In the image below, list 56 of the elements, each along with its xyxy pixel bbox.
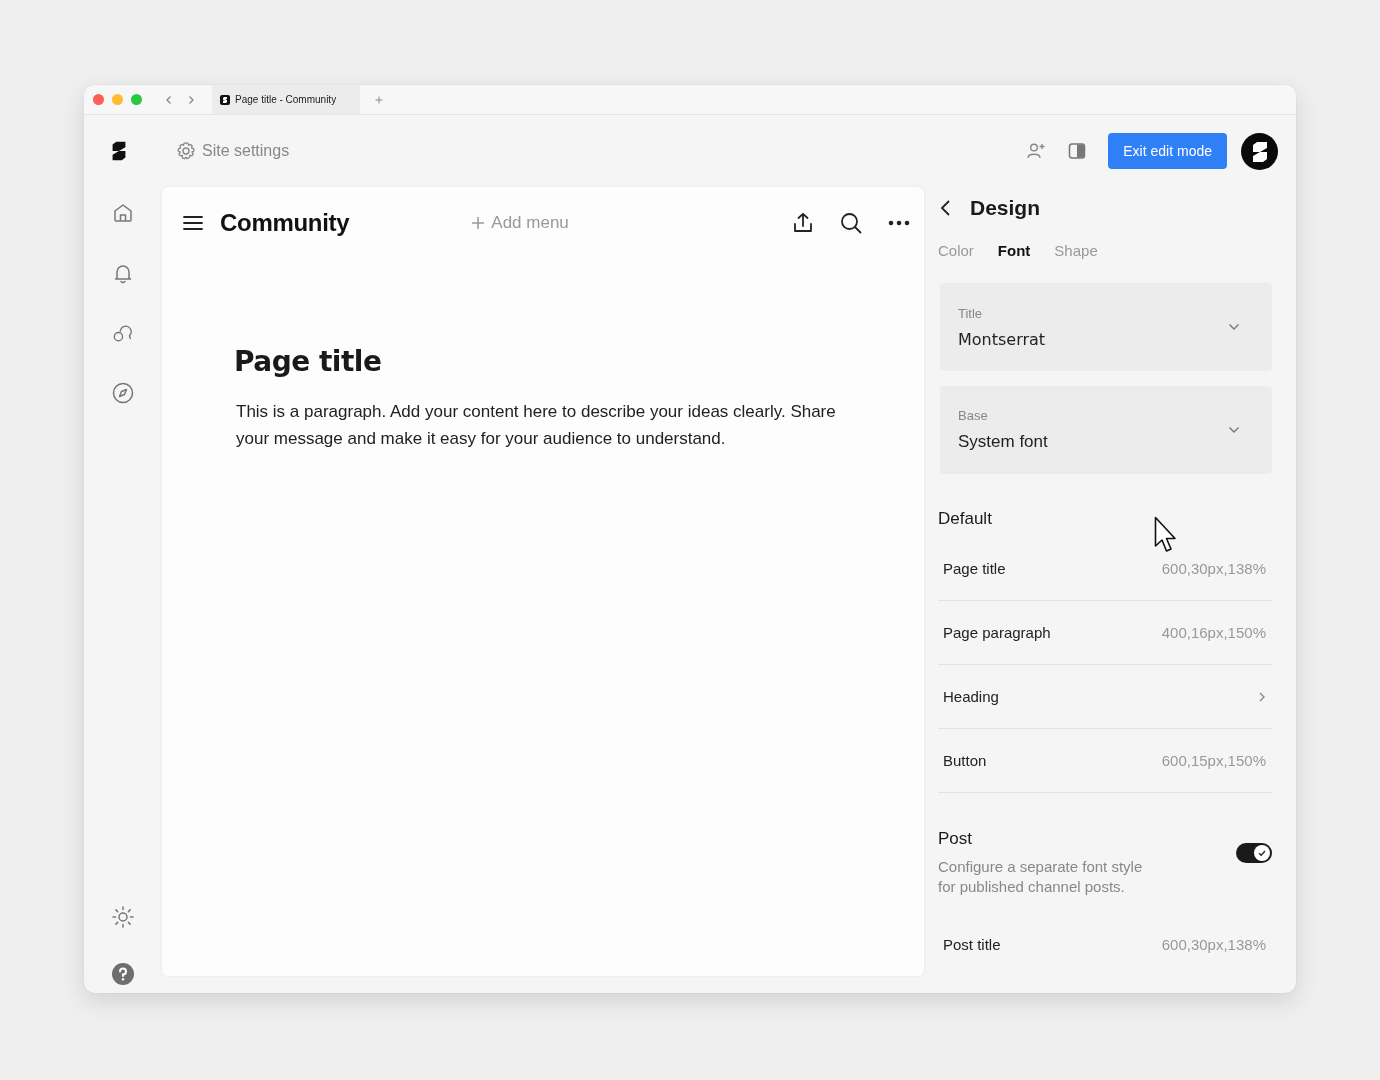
share-icon[interactable] <box>792 212 814 234</box>
select-value: Montserrat <box>958 329 1046 349</box>
chat-icon[interactable] <box>112 322 134 344</box>
plus-icon <box>471 216 486 230</box>
forward-icon[interactable] <box>186 94 196 105</box>
design-tab[interactable]: Font <box>997 242 1031 259</box>
settings-icon <box>176 141 196 161</box>
font-setting-row[interactable]: Heading <box>938 665 1272 729</box>
font-select[interactable]: Base System font <box>940 386 1272 474</box>
cursor-icon <box>1154 516 1178 554</box>
font-setting-name: Page paragraph <box>943 624 1051 641</box>
font-setting-row[interactable]: Post title 600,30px,138% <box>938 913 1272 976</box>
chevron-down-icon <box>1228 426 1240 434</box>
select-value: System font <box>958 432 1048 452</box>
page-title: Page title <box>234 345 383 378</box>
chevron-right-icon <box>1258 690 1266 703</box>
section-heading: Default <box>938 509 993 529</box>
toggle-switch[interactable] <box>1236 843 1272 863</box>
more-icon[interactable] <box>888 220 910 226</box>
help-icon[interactable] <box>112 963 134 985</box>
avatar-icon[interactable] <box>1241 132 1278 170</box>
select-label: Title <box>958 305 984 321</box>
font-setting-name: Page title <box>943 560 1006 577</box>
bell-icon[interactable] <box>112 262 134 284</box>
back-icon[interactable] <box>940 199 952 217</box>
select-label: Base <box>958 408 989 423</box>
maximize-window-button[interactable] <box>131 94 142 105</box>
panel-title: Design <box>970 196 1040 220</box>
chevron-down-icon <box>1228 323 1240 331</box>
font-setting-value: 600,30px,138% <box>1161 560 1266 577</box>
compass-icon[interactable] <box>112 382 134 404</box>
home-icon[interactable] <box>112 202 134 224</box>
page-paragraph: This is a paragraph. Add your content here to describe your ideas clearly. Share your message and make it easy for your audience to understand. <box>236 401 836 450</box>
font-select[interactable]: Title Montserrat <box>940 283 1272 371</box>
sun-icon[interactable] <box>111 905 135 929</box>
font-setting-value: 400,16px,150% <box>1161 624 1266 641</box>
exit-edit-mode-button[interactable]: Exit edit mode <box>1108 133 1227 169</box>
add-user-icon[interactable] <box>1026 141 1047 161</box>
font-setting-name: Heading <box>943 688 999 705</box>
search-icon[interactable] <box>840 212 862 234</box>
font-setting-row[interactable]: Button 600,15px,150% <box>938 729 1272 793</box>
menu-icon[interactable] <box>182 214 204 232</box>
site-logo-icon <box>220 94 230 105</box>
close-window-button[interactable] <box>93 94 104 105</box>
font-setting-name: Button <box>943 752 987 769</box>
section-heading: Post <box>938 829 974 849</box>
browser-tab[interactable]: Page title - Community <box>212 85 361 114</box>
sidebar-toggle-icon[interactable] <box>1068 142 1087 160</box>
new-tab-icon[interactable] <box>374 94 385 105</box>
font-setting-name: Post title <box>943 936 1001 953</box>
font-setting-value: 600,15px,150% <box>1161 752 1266 769</box>
section-description: Configure a separate font style for published channel posts. <box>938 857 1144 897</box>
site-name: Community <box>220 209 350 237</box>
tab-title: Page title - Community <box>235 94 337 105</box>
font-setting-row[interactable]: Page paragraph 400,16px,150% <box>938 601 1272 665</box>
font-setting-value: 600,30px,138% <box>1161 936 1266 953</box>
